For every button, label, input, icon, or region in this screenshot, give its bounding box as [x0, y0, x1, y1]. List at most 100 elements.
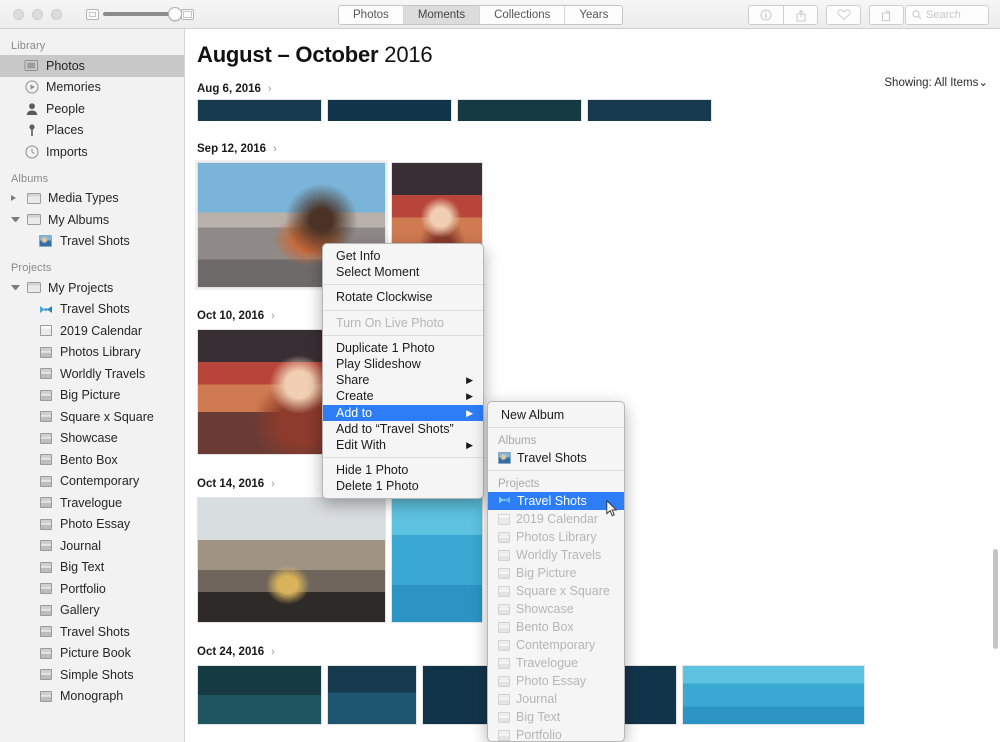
submenu-arrow-icon: ▶ [466, 407, 473, 418]
chevron-right-icon[interactable]: › [271, 310, 275, 322]
menu-item-get-info[interactable]: Get Info [323, 248, 483, 264]
close-button[interactable] [13, 8, 24, 20]
chevron-right-icon[interactable]: › [271, 646, 275, 658]
zoom-slider-knob[interactable] [168, 7, 182, 21]
photo-thumbnail[interactable] [327, 665, 417, 725]
sidebar-item-project-bento-box[interactable]: Bento Box [0, 449, 184, 471]
sidebar-item-project-portfolio[interactable]: Portfolio [0, 578, 184, 600]
photo-row[interactable] [186, 99, 1000, 121]
view-mode-segmented-control[interactable]: Photos Moments Collections Years [338, 5, 624, 25]
rotate-icon[interactable] [869, 5, 904, 25]
minimize-button[interactable] [32, 8, 43, 20]
menu-item-share[interactable]: Share ▶ [323, 372, 483, 388]
menu-item-rotate-clockwise[interactable]: Rotate Clockwise [323, 289, 483, 305]
menu-item-create[interactable]: Create ▶ [323, 388, 483, 404]
showing-filter-button[interactable]: Showing: All Items⌄ [884, 75, 988, 89]
photo-row[interactable] [186, 162, 1000, 288]
menu-item-edit-with[interactable]: Edit With ▶ [323, 437, 483, 453]
submenu-header-projects: Projects [498, 478, 540, 490]
sidebar-item-project-big-picture[interactable]: Big Picture [0, 385, 184, 407]
info-icon[interactable] [748, 5, 783, 25]
add-to-submenu[interactable]: New Album Albums Travel Shots Projects T… [487, 401, 625, 742]
chevron-right-icon[interactable]: › [271, 478, 275, 490]
chevron-down-icon: ⌄ [978, 77, 988, 89]
sidebar-item-label: My Projects [48, 280, 114, 295]
submenu-separator [488, 427, 624, 428]
sidebar-item-project-square-x-square[interactable]: Square x Square [0, 406, 184, 428]
sidebar-item-project-monograph[interactable]: Monograph [0, 686, 184, 708]
photo-thumbnail[interactable] [327, 99, 452, 121]
menu-item-hide-photo[interactable]: Hide 1 Photo [323, 462, 483, 478]
disclosure-triangle-open-icon[interactable] [11, 217, 20, 223]
menu-item-select-moment[interactable]: Select Moment [323, 264, 483, 280]
menu-item-delete-photo[interactable]: Delete 1 Photo [323, 478, 483, 494]
sidebar-item-project-2019-calendar[interactable]: 2019 Calendar [0, 320, 184, 342]
submenu-item-project-journal: Journal [488, 690, 624, 708]
sidebar-item-project-simple-shots[interactable]: Simple Shots [0, 664, 184, 686]
favorite-heart-icon[interactable] [826, 5, 861, 25]
chevron-right-icon[interactable]: › [268, 83, 272, 95]
photo-thumbnail[interactable] [197, 665, 322, 725]
sidebar-item-my-projects[interactable]: My Projects [0, 277, 184, 299]
menu-item-turn-on-live-photo: Turn On Live Photo [323, 315, 483, 331]
sidebar-item-people[interactable]: People [0, 98, 184, 120]
photo-thumbnail[interactable] [197, 497, 386, 623]
sidebar-item-project-picture-book[interactable]: Picture Book [0, 643, 184, 665]
sidebar-item-project-contemporary[interactable]: Contemporary [0, 471, 184, 493]
photo-thumbnail[interactable] [457, 99, 582, 121]
zoom-slider-track[interactable] [103, 7, 182, 21]
menu-item-duplicate-photo[interactable]: Duplicate 1 Photo [323, 340, 483, 356]
zoom-button[interactable] [51, 8, 62, 20]
tab-years[interactable]: Years [565, 6, 623, 24]
search-field[interactable]: Search [905, 5, 989, 25]
submenu-item-album-travel-shots[interactable]: Travel Shots [488, 449, 624, 467]
photo-thumbnail[interactable] [391, 497, 483, 623]
sidebar-item-media-types[interactable]: Media Types [0, 188, 184, 210]
sidebar-item-project-journal[interactable]: Journal [0, 535, 184, 557]
sidebar-item-imports[interactable]: Imports [0, 141, 184, 163]
mouse-cursor [606, 500, 617, 517]
disclosure-triangle-open-icon[interactable] [11, 285, 20, 291]
sidebar-item-photos[interactable]: Photos [0, 55, 184, 77]
sidebar-item-project-photo-essay[interactable]: Photo Essay [0, 514, 184, 536]
submenu-item-new-album[interactable]: New Album [488, 406, 624, 424]
sidebar-item-project-travel-shots-book[interactable]: Travel Shots [0, 621, 184, 643]
photo-thumbnail[interactable] [197, 99, 322, 121]
sidebar-item-project-worldly-travels[interactable]: Worldly Travels [0, 363, 184, 385]
places-pin-icon [24, 123, 39, 138]
tab-moments[interactable]: Moments [403, 6, 481, 24]
sidebar-item-my-albums[interactable]: My Albums [0, 209, 184, 231]
photo-thumbnail[interactable] [682, 665, 865, 725]
menu-item-add-to[interactable]: Add to ▶ [323, 404, 483, 421]
sidebar-item-memories[interactable]: Memories [0, 77, 184, 99]
context-menu[interactable]: Get Info Select Moment Rotate Clockwise … [322, 243, 484, 500]
disclosure-triangle-closed-icon[interactable] [11, 195, 20, 202]
sidebar-item-project-photos-library[interactable]: Photos Library [0, 342, 184, 364]
sidebar-item-label: Bento Box [60, 452, 118, 467]
submenu-item-project-contemporary: Contemporary [488, 636, 624, 654]
moment-header[interactable]: Aug 6, 2016 › [186, 83, 1000, 95]
photo-thumbnail[interactable] [587, 99, 712, 121]
menu-item-label: Share [336, 373, 370, 388]
tab-collections[interactable]: Collections [480, 6, 566, 24]
share-icon[interactable] [783, 5, 818, 25]
sidebar-item-project-travel-shots[interactable]: Travel Shots [0, 299, 184, 321]
sidebar-item-project-big-text[interactable]: Big Text [0, 557, 184, 579]
sidebar[interactable]: Library Photos Memories People Places Im… [0, 29, 185, 742]
thumbnail-zoom-slider[interactable] [86, 7, 194, 21]
menu-item-add-to-travel-shots[interactable]: Add to “Travel Shots” [323, 421, 483, 437]
sidebar-item-project-gallery[interactable]: Gallery [0, 600, 184, 622]
moment-header[interactable]: Sep 12, 2016 › [186, 143, 1000, 155]
chevron-right-icon[interactable]: › [273, 143, 277, 155]
menu-item-play-slideshow[interactable]: Play Slideshow [323, 356, 483, 372]
moment-header[interactable]: Oct 10, 2016 › [186, 310, 1000, 322]
vertical-scrollbar[interactable] [993, 549, 998, 649]
moment-date: Oct 10, 2016 [197, 310, 265, 322]
sidebar-item-places[interactable]: Places [0, 120, 184, 142]
tab-photos[interactable]: Photos [339, 6, 404, 24]
sidebar-item-project-showcase[interactable]: Showcase [0, 428, 184, 450]
sidebar-item-project-travelogue[interactable]: Travelogue [0, 492, 184, 514]
sidebar-item-album-travel-shots[interactable]: Travel Shots [0, 231, 184, 253]
submenu-item-project-travel-shots[interactable]: Travel Shots [488, 492, 624, 510]
showing-label: Showing: All Items [884, 77, 979, 89]
